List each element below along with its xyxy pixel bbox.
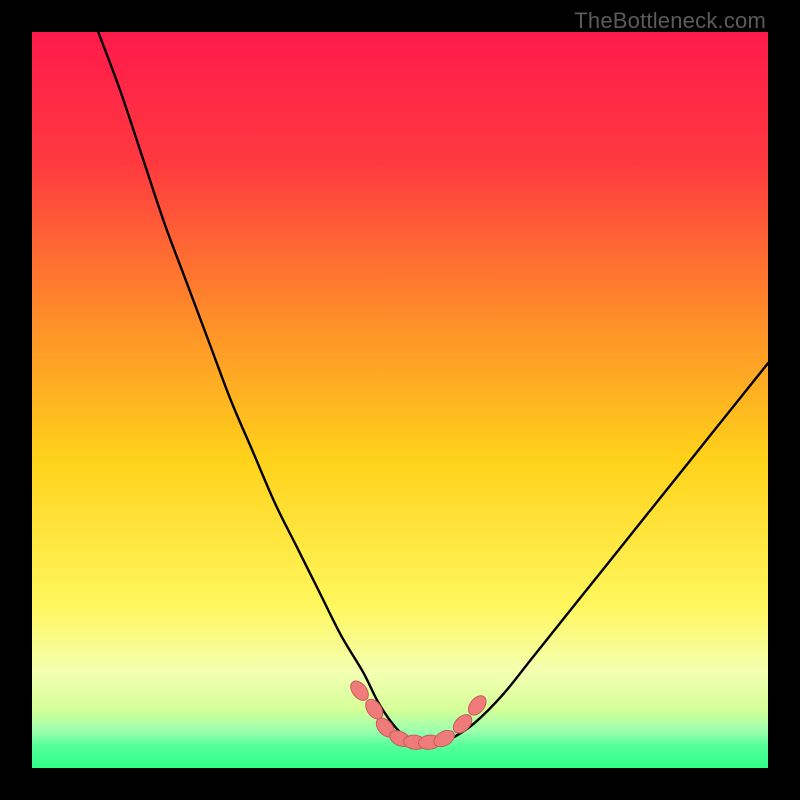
- plot-area: [32, 32, 768, 768]
- watermark-text: TheBottleneck.com: [574, 8, 766, 34]
- bottleneck-curve: [98, 32, 768, 747]
- curve-layer: [32, 32, 768, 768]
- highlight-markers: [347, 678, 489, 751]
- chart-frame: TheBottleneck.com: [0, 0, 800, 800]
